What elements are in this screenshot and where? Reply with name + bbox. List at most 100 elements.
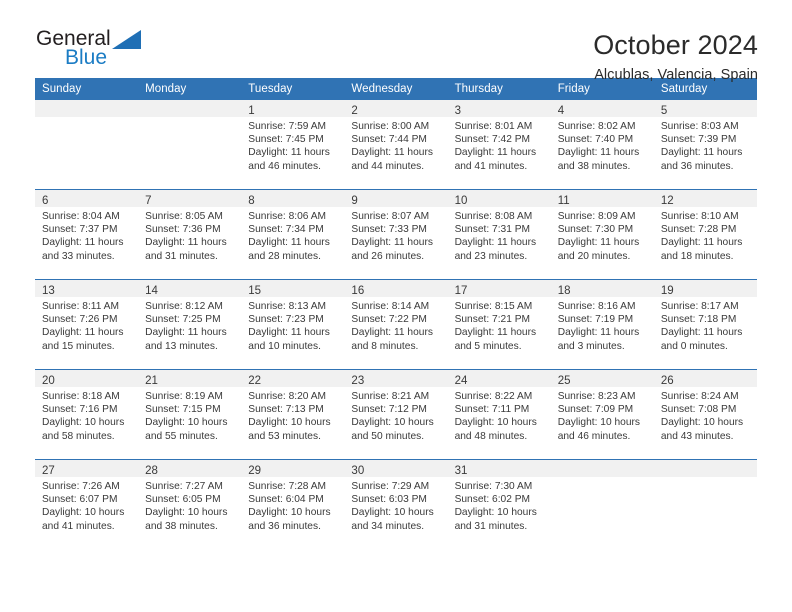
calendar-week-row: 20 Sunrise: 8:18 AM Sunset: 7:16 PM Dayl… xyxy=(35,369,757,460)
day-cell: 27 Sunrise: 7:26 AM Sunset: 6:07 PM Dayl… xyxy=(35,460,139,549)
calendar-week-row: 27 Sunrise: 7:26 AM Sunset: 6:07 PM Dayl… xyxy=(35,459,757,549)
calendar-cell[interactable]: 27 Sunrise: 7:26 AM Sunset: 6:07 PM Dayl… xyxy=(35,459,139,549)
sunset-text: Sunset: 7:33 PM xyxy=(351,224,427,236)
sunset-text: Sunset: 7:26 PM xyxy=(42,314,118,326)
calendar-cell[interactable]: 16 Sunrise: 8:14 AM Sunset: 7:22 PM Dayl… xyxy=(344,279,448,370)
page-header: General Blue October 2024 Alcublas, Vale… xyxy=(0,0,792,83)
daylight-text: Daylight: 11 hours and 0 minutes. xyxy=(660,327,743,352)
calendar-cell[interactable]: 9 Sunrise: 8:07 AM Sunset: 7:33 PM Dayli… xyxy=(344,189,448,280)
day-cell: 5 Sunrise: 8:03 AM Sunset: 7:39 PM Dayli… xyxy=(653,100,757,189)
sunset-text: Sunset: 7:23 PM xyxy=(248,314,324,326)
calendar-cell[interactable] xyxy=(653,459,757,549)
sunset-text: Sunset: 7:16 PM xyxy=(42,404,118,416)
day-info: Sunrise: 7:27 AM Sunset: 6:05 PM Dayligh… xyxy=(138,477,241,533)
day-number-bar: 8 xyxy=(241,190,345,207)
day-cell: 19 Sunrise: 8:17 AM Sunset: 7:18 PM Dayl… xyxy=(653,280,757,369)
calendar-cell[interactable]: 24 Sunrise: 8:22 AM Sunset: 7:11 PM Dayl… xyxy=(447,369,551,460)
sunset-text: Sunset: 7:34 PM xyxy=(248,224,324,236)
calendar-cell[interactable]: 29 Sunrise: 7:28 AM Sunset: 6:04 PM Dayl… xyxy=(241,459,345,549)
title-block: October 2024 Alcublas, Valencia, Spain xyxy=(593,28,758,83)
sunrise-text: Sunrise: 8:12 AM xyxy=(145,301,223,312)
calendar-cell[interactable]: 23 Sunrise: 8:21 AM Sunset: 7:12 PM Dayl… xyxy=(344,369,448,460)
sunset-text: Sunset: 7:15 PM xyxy=(145,404,221,416)
day-cell: 3 Sunrise: 8:01 AM Sunset: 7:42 PM Dayli… xyxy=(447,100,551,189)
daylight-text: Daylight: 11 hours and 13 minutes. xyxy=(145,327,227,352)
calendar-cell[interactable]: 7 Sunrise: 8:05 AM Sunset: 7:36 PM Dayli… xyxy=(138,189,242,280)
daylight-text: Daylight: 11 hours and 15 minutes. xyxy=(42,327,124,352)
sunrise-text: Sunrise: 8:17 AM xyxy=(660,301,739,312)
day-number-bar: 1 xyxy=(241,100,345,117)
sunrise-text: Sunrise: 8:21 AM xyxy=(351,391,430,402)
calendar-cell[interactable]: 15 Sunrise: 8:13 AM Sunset: 7:23 PM Dayl… xyxy=(241,279,345,370)
day-cell: 26 Sunrise: 8:24 AM Sunset: 7:08 PM Dayl… xyxy=(653,370,757,459)
calendar-cell[interactable]: 5 Sunrise: 8:03 AM Sunset: 7:39 PM Dayli… xyxy=(653,100,757,190)
daylight-text: Daylight: 11 hours and 31 minutes. xyxy=(145,237,227,262)
calendar-cell[interactable]: 6 Sunrise: 8:04 AM Sunset: 7:37 PM Dayli… xyxy=(35,189,139,280)
day-cell: 4 Sunrise: 8:02 AM Sunset: 7:40 PM Dayli… xyxy=(550,100,654,189)
day-number-bar: 11 xyxy=(550,190,654,207)
daylight-text: Daylight: 11 hours and 36 minutes. xyxy=(660,147,743,172)
calendar-cell[interactable]: 11 Sunrise: 8:09 AM Sunset: 7:30 PM Dayl… xyxy=(550,189,654,280)
calendar-cell[interactable]: 12 Sunrise: 8:10 AM Sunset: 7:28 PM Dayl… xyxy=(653,189,757,280)
day-info: Sunrise: 8:23 AM Sunset: 7:09 PM Dayligh… xyxy=(551,387,654,443)
page-subtitle: Alcublas, Valencia, Spain xyxy=(594,67,758,84)
calendar-cell[interactable]: 8 Sunrise: 8:06 AM Sunset: 7:34 PM Dayli… xyxy=(241,189,345,280)
day-cell: 6 Sunrise: 8:04 AM Sunset: 7:37 PM Dayli… xyxy=(35,190,139,279)
sunset-text: Sunset: 6:05 PM xyxy=(145,494,221,506)
calendar-cell[interactable]: 18 Sunrise: 8:16 AM Sunset: 7:19 PM Dayl… xyxy=(550,279,654,370)
calendar-cell[interactable]: 3 Sunrise: 8:01 AM Sunset: 7:42 PM Dayli… xyxy=(447,100,551,190)
day-number: 6 xyxy=(42,195,49,207)
day-info: Sunrise: 8:14 AM Sunset: 7:22 PM Dayligh… xyxy=(344,297,447,353)
day-number-bar: 7 xyxy=(138,190,242,207)
daylight-text: Daylight: 10 hours and 55 minutes. xyxy=(145,417,228,442)
day-number-bar: 5 xyxy=(653,100,757,117)
sunrise-text: Sunrise: 8:23 AM xyxy=(557,391,636,402)
calendar-cell[interactable] xyxy=(550,459,654,549)
sunset-text: Sunset: 7:11 PM xyxy=(454,404,530,416)
day-cell: 23 Sunrise: 8:21 AM Sunset: 7:12 PM Dayl… xyxy=(344,370,448,459)
day-number: 9 xyxy=(351,195,358,207)
calendar-cell[interactable]: 30 Sunrise: 7:29 AM Sunset: 6:03 PM Dayl… xyxy=(344,459,448,549)
day-info: Sunrise: 8:02 AM Sunset: 7:40 PM Dayligh… xyxy=(551,117,654,173)
day-number: 19 xyxy=(660,285,674,297)
sunrise-text: Sunrise: 8:07 AM xyxy=(351,211,430,222)
daylight-text: Daylight: 10 hours and 41 minutes. xyxy=(42,507,125,532)
day-info: Sunrise: 7:28 AM Sunset: 6:04 PM Dayligh… xyxy=(241,477,344,533)
day-info: Sunrise: 8:24 AM Sunset: 7:08 PM Dayligh… xyxy=(654,387,757,443)
calendar-cell[interactable]: 22 Sunrise: 8:20 AM Sunset: 7:13 PM Dayl… xyxy=(241,369,345,460)
sunrise-text: Sunrise: 8:09 AM xyxy=(557,211,636,222)
calendar-cell[interactable] xyxy=(35,100,139,190)
calendar-cell[interactable]: 13 Sunrise: 8:11 AM Sunset: 7:26 PM Dayl… xyxy=(35,279,139,370)
calendar-cell[interactable]: 25 Sunrise: 8:23 AM Sunset: 7:09 PM Dayl… xyxy=(550,369,654,460)
sunset-text: Sunset: 7:39 PM xyxy=(660,134,737,146)
calendar-cell[interactable]: 21 Sunrise: 8:19 AM Sunset: 7:15 PM Dayl… xyxy=(138,369,242,460)
calendar-cell[interactable]: 26 Sunrise: 8:24 AM Sunset: 7:08 PM Dayl… xyxy=(653,369,757,460)
calendar-cell[interactable]: 10 Sunrise: 8:08 AM Sunset: 7:31 PM Dayl… xyxy=(447,189,551,280)
day-info: Sunrise: 7:26 AM Sunset: 6:07 PM Dayligh… xyxy=(35,477,138,533)
calendar-cell[interactable]: 1 Sunrise: 7:59 AM Sunset: 7:45 PM Dayli… xyxy=(241,100,345,190)
day-cell: 22 Sunrise: 8:20 AM Sunset: 7:13 PM Dayl… xyxy=(241,370,345,459)
calendar-cell[interactable]: 2 Sunrise: 8:00 AM Sunset: 7:44 PM Dayli… xyxy=(344,100,448,190)
sunrise-text: Sunrise: 8:24 AM xyxy=(660,391,739,402)
calendar-cell[interactable]: 14 Sunrise: 8:12 AM Sunset: 7:25 PM Dayl… xyxy=(138,279,242,370)
calendar-cell[interactable]: 31 Sunrise: 7:30 AM Sunset: 6:02 PM Dayl… xyxy=(447,459,551,549)
day-number: 25 xyxy=(557,375,571,387)
calendar-cell[interactable] xyxy=(138,100,242,190)
day-number-bar: 30 xyxy=(344,460,448,477)
day-number-bar: 18 xyxy=(550,280,654,297)
day-number: 20 xyxy=(42,375,55,387)
day-info: Sunrise: 7:59 AM Sunset: 7:45 PM Dayligh… xyxy=(241,117,344,173)
day-number: 21 xyxy=(145,375,158,387)
day-number-bar: 20 xyxy=(35,370,139,387)
calendar-cell[interactable]: 28 Sunrise: 7:27 AM Sunset: 6:05 PM Dayl… xyxy=(138,459,242,549)
day-number-bar: 13 xyxy=(35,280,139,297)
day-cell-empty xyxy=(35,100,139,189)
calendar-cell[interactable]: 19 Sunrise: 8:17 AM Sunset: 7:18 PM Dayl… xyxy=(653,279,757,370)
daylight-text: Daylight: 10 hours and 31 minutes. xyxy=(454,507,537,532)
day-info: Sunrise: 8:16 AM Sunset: 7:19 PM Dayligh… xyxy=(551,297,654,353)
calendar-cell[interactable]: 17 Sunrise: 8:15 AM Sunset: 7:21 PM Dayl… xyxy=(447,279,551,370)
calendar-cell[interactable]: 4 Sunrise: 8:02 AM Sunset: 7:40 PM Dayli… xyxy=(550,100,654,190)
calendar-cell[interactable]: 20 Sunrise: 8:18 AM Sunset: 7:16 PM Dayl… xyxy=(35,369,139,460)
day-info: Sunrise: 8:21 AM Sunset: 7:12 PM Dayligh… xyxy=(344,387,447,443)
day-number: 27 xyxy=(42,465,55,477)
